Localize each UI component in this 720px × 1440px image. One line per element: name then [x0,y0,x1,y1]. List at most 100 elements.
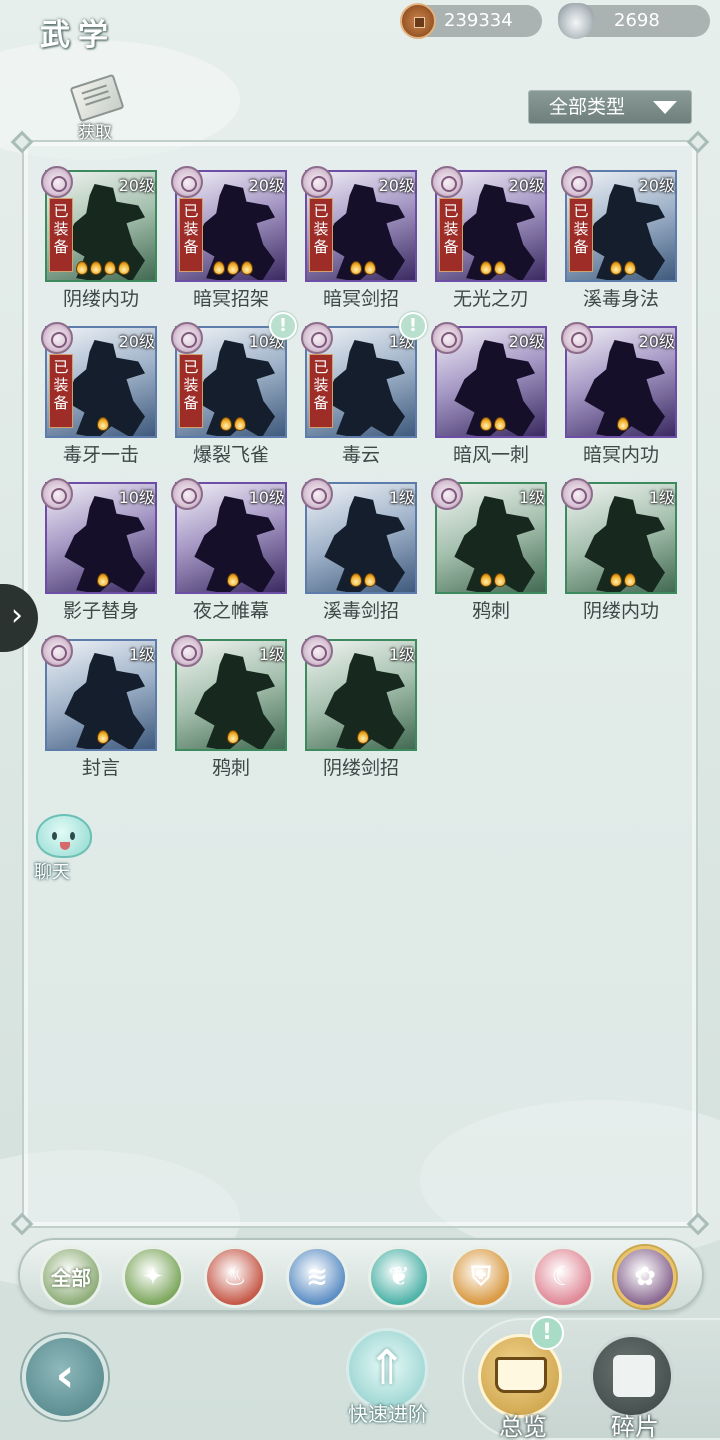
skill-level: 20级 [508,176,545,195]
flame-star-icon [97,417,109,431]
flame-star-icon [90,261,102,275]
element-tab-all-text[interactable]: 全部 [40,1246,102,1308]
skill-name: 爆裂飞雀 [192,444,269,466]
skill-card[interactable]: 1级 阴缕剑招 [301,635,425,787]
flame-star-icon [617,417,629,431]
element-tab-wave[interactable]: ≋ [286,1246,348,1308]
skill-name: 暗冥内功 [582,444,659,466]
skill-card[interactable]: 1级 封言 [41,635,165,787]
rose-element-icon [561,322,593,354]
flame-star-icon [610,573,622,587]
silver-amount: 2698 [614,10,660,31]
upgrade-alert-icon: ! [269,312,297,340]
flame-star-icon [610,261,622,275]
skill-card[interactable]: 已装备 20级 阴缕内功 [41,166,165,318]
rose-element-icon [171,635,203,667]
silver-counter[interactable]: 2698 [558,3,710,39]
puzzle-piece-icon [613,1355,655,1397]
element-tab-wind-leaf[interactable]: ✦ [122,1246,184,1308]
element-tab-fire[interactable]: ♨ [204,1246,266,1308]
get-button[interactable]: 获取 [64,73,130,143]
element-tab-shield[interactable]: ⛨ [450,1246,512,1308]
star-rank [177,260,285,275]
all-tab-label: 全部 [51,1266,91,1290]
skill-card[interactable]: 10级 影子替身 [41,478,165,630]
skill-name: 阴缕内功 [582,600,659,622]
rose-element-icon [171,322,203,354]
coin-counter[interactable]: 239334 [400,3,542,39]
filter-label: 全部类型 [549,96,626,118]
element-tab-moon[interactable]: ☾ [532,1246,594,1308]
flame-star-icon [350,261,362,275]
skill-card[interactable]: 1级 鸦刺 [171,635,295,787]
skill-card[interactable]: 已装备 1级! 毒云 [301,312,427,474]
skills-screen: 武学 239334 2698 获取 全部类型 已装备 20级 阴缕内功 已装备 20级暗… [0,0,720,1440]
fragments-button[interactable]: 碎片 [590,1334,674,1440]
skill-card[interactable]: 1级 溪毒剑招 [301,478,425,630]
back-button[interactable]: ‹ [22,1334,108,1420]
skill-level: 20级 [378,176,415,195]
chat-button[interactable]: 聊天 [26,812,96,884]
skill-level: 20级 [638,332,675,351]
chat-label: 聊天 [34,862,70,883]
element-tab-butterfly[interactable]: ❦ [368,1246,430,1308]
flame-star-icon [480,417,492,431]
skill-level: 10级 [248,488,285,507]
skill-card[interactable]: 已装备 20级 毒牙一击 [41,322,165,474]
moon-icon: ☾ [551,1262,575,1292]
type-filter-dropdown[interactable]: 全部类型 [528,90,692,124]
star-rank [307,572,415,587]
flame-star-icon [234,417,246,431]
book-icon [69,73,125,123]
back-arrow-icon: ‹ [55,1348,75,1402]
flame-star-icon [480,573,492,587]
flame-star-icon [227,730,239,744]
flame-star-icon [350,573,362,587]
skill-level: 20级 [118,176,155,195]
page-title: 武学 [40,18,116,53]
flame-star-icon [494,573,506,587]
skill-name: 封言 [81,757,120,779]
rose-element-icon [301,635,333,667]
flame-star-icon [494,417,506,431]
skill-level: 1级 [648,488,675,507]
open-book-icon [495,1357,547,1393]
skill-card[interactable]: 1级 鸦刺 [431,478,555,630]
silver-ingot-icon [558,3,594,39]
skill-card[interactable]: 20级 暗风一刺 [431,322,555,474]
skill-name: 影子替身 [62,600,139,622]
flame-star-icon [97,730,109,744]
element-tab-rose[interactable]: ✿ [614,1246,676,1308]
skill-name: 毒牙一击 [62,444,139,466]
overview-label: 总览 [499,1413,547,1440]
skill-card[interactable]: 已装备 10级! 爆裂飞雀 [171,312,297,474]
chat-mascot-icon [36,814,92,858]
rose-element-icon [171,166,203,198]
flame-star-icon [357,730,369,744]
skill-card[interactable]: 10级 夜之帷幕 [171,478,295,630]
rose-icon: ✿ [634,1262,656,1292]
skill-card[interactable]: 已装备 20级 暗冥剑招 [301,166,425,318]
skill-card[interactable]: 20级暗冥内功 [561,322,685,474]
rose-element-icon [41,322,73,354]
skill-name: 阴缕剑招 [322,757,399,779]
skill-level: 20级 [508,332,545,351]
shield-icon: ⛨ [471,1262,491,1292]
skill-name: 毒云 [341,444,380,466]
rose-element-icon [431,322,463,354]
flame-star-icon [624,573,636,587]
star-rank [47,260,155,275]
flame-star-icon [97,573,109,587]
skill-card[interactable]: 已装备 20级 暗冥招架 [171,166,295,318]
skill-card[interactable]: 已装备 20级 无光之刃 [431,166,555,318]
quick-advance-button[interactable]: ⇑ 快速进阶 [338,1328,438,1428]
skill-card[interactable]: 已装备 20级 溪毒身法 [561,166,685,318]
skill-card[interactable]: 1级阴缕内功 [561,478,685,630]
star-rank [437,260,545,275]
element-filter-bar: 全部 ✦ ♨ ≋ ❦ ⛨ ☾ ✿ [18,1238,704,1312]
copper-coin-icon [400,3,436,39]
star-rank [567,416,675,431]
star-rank [307,260,415,275]
star-rank [47,416,155,431]
skill-name: 阴缕内功 [62,288,139,310]
